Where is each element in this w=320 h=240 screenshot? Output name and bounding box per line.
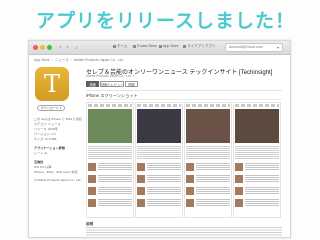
screenshot-row-text	[147, 163, 181, 171]
screenshot-row-text	[98, 175, 132, 183]
tab-app-store[interactable]: App Store	[159, 44, 179, 48]
screenshot-text-block	[137, 146, 181, 160]
chevron-right-icon: ›	[70, 58, 72, 62]
banner-text: アプリをリリースしました！	[36, 10, 296, 32]
screenshot-row-text	[147, 175, 181, 183]
screenshot-row-text	[196, 175, 230, 183]
home-icon	[113, 44, 116, 48]
tab-home[interactable]: ホーム	[113, 44, 127, 49]
forward-arrow-icon[interactable]: ›	[64, 44, 71, 51]
divider	[86, 90, 282, 91]
sidebar-info-line: レート 4+	[34, 151, 48, 155]
app-icon: T	[35, 67, 69, 101]
sidebar-info-line: サイズ: 10.0 MB	[34, 137, 57, 141]
window-titlebar: ‹ › ♪ ホーム iTunes Store App Store マイアプリ ア…	[29, 41, 290, 55]
screenshot-row-thumb	[88, 199, 96, 207]
get-button[interactable]: ダウンロード▾	[37, 105, 65, 111]
screenshot-row-text	[147, 199, 181, 207]
tab-my-apps[interactable]: マイアプリ	[183, 44, 205, 49]
screenshot-row-text	[245, 187, 279, 195]
back-arrow-icon[interactable]: ‹	[57, 44, 64, 51]
screenshot-row-thumb	[137, 187, 145, 195]
itunes-window: ‹ › ♪ ホーム iTunes Store App Store マイアプリ ア…	[28, 40, 291, 238]
screenshot-row-thumb	[88, 175, 96, 183]
screenshot-row-text	[196, 163, 230, 171]
tab-related[interactable]: 関連	[125, 81, 138, 87]
screenshot-row-text	[196, 187, 230, 195]
announcement-banner: アプリをリリースしました！	[0, 0, 320, 38]
screenshot-row-thumb	[137, 199, 145, 207]
minimize-window-button[interactable]	[40, 45, 45, 50]
breadcrumb: App Store › ニュース › Mobile Products Japan Co.…	[34, 58, 124, 63]
screenshot-thumbnail[interactable]	[233, 102, 281, 218]
music-note-icon[interactable]: ♪	[73, 44, 80, 51]
screenshot-row-thumb	[186, 187, 194, 195]
breadcrumb-item[interactable]: App Store	[34, 58, 50, 62]
screenshot-row-text	[98, 163, 132, 171]
tab-details[interactable]: 詳細	[86, 81, 99, 87]
screenshot-row-text	[147, 187, 181, 195]
divider	[86, 99, 282, 100]
chevron-down-icon: ▾	[276, 45, 279, 50]
description-text	[86, 227, 282, 237]
sidebar-info-line: iPhone、iPad、iPod touch 対応	[34, 170, 78, 174]
zoom-window-button[interactable]	[47, 45, 52, 50]
screenshot-hero-image	[235, 109, 279, 143]
screenshot-header	[235, 104, 279, 107]
screenshot-hero-image	[88, 109, 132, 143]
screenshot-row-text	[98, 199, 132, 207]
screenshot-thumbnail[interactable]	[135, 102, 183, 218]
close-window-button[interactable]	[33, 45, 38, 50]
screenshot-header	[88, 104, 132, 107]
screenshot-header	[186, 104, 230, 107]
screenshot-row-thumb	[137, 175, 145, 183]
screenshot-thumbnail[interactable]	[184, 102, 232, 218]
screenshot-text-block	[235, 146, 279, 160]
screenshot-row-thumb	[186, 175, 194, 183]
screenshot-hero-image	[186, 109, 230, 143]
screenshot-row-thumb	[88, 163, 96, 171]
screenshot-text-block	[186, 146, 230, 160]
screenshot-row-thumb	[137, 163, 145, 171]
chevron-right-icon: ›	[51, 58, 53, 62]
screenshot-row-text	[98, 187, 132, 195]
breadcrumb-item[interactable]: ニュース	[55, 58, 69, 62]
apps-icon	[183, 44, 186, 48]
screenshot-row-thumb	[235, 163, 243, 171]
account-menu[interactable]: Account@iCloud.com ▾	[225, 43, 283, 52]
sidebar-copyright: © Mobile Products Japan Co., Ltd.	[34, 178, 82, 182]
screenshot-thumbnail[interactable]	[86, 102, 134, 218]
screenshot-row-thumb	[235, 175, 243, 183]
screenshot-hero-image	[137, 109, 181, 143]
tab-itunes-store[interactable]: iTunes Store	[133, 44, 157, 48]
screenshot-text-block	[88, 146, 132, 160]
tab-apps[interactable]: アプリ	[205, 44, 216, 49]
screenshot-row-thumb	[186, 163, 194, 171]
chevron-down-icon: ▾	[59, 106, 62, 110]
screenshot-row-text	[196, 199, 230, 207]
screenshot-row-thumb	[235, 199, 243, 207]
screenshot-row-thumb	[186, 199, 194, 207]
app-icon-letter: T	[43, 70, 60, 98]
screenshot-row-thumb	[235, 187, 243, 195]
screenshot-row-text	[245, 199, 279, 207]
screenshot-header	[137, 104, 181, 107]
tab-ratings-reviews[interactable]: 評価とレビュー	[100, 81, 124, 87]
screenshot-row-thumb	[88, 187, 96, 195]
screenshot-row-text	[245, 163, 279, 171]
screenshot-row-text	[245, 175, 279, 183]
app-store-icon	[159, 44, 162, 48]
app-seller-link[interactable]: Mobile Products Japan Co., Ltd. >	[86, 74, 134, 78]
store-icon	[133, 44, 136, 48]
breadcrumb-item[interactable]: Mobile Products Japan Co., Ltd.	[74, 58, 124, 62]
